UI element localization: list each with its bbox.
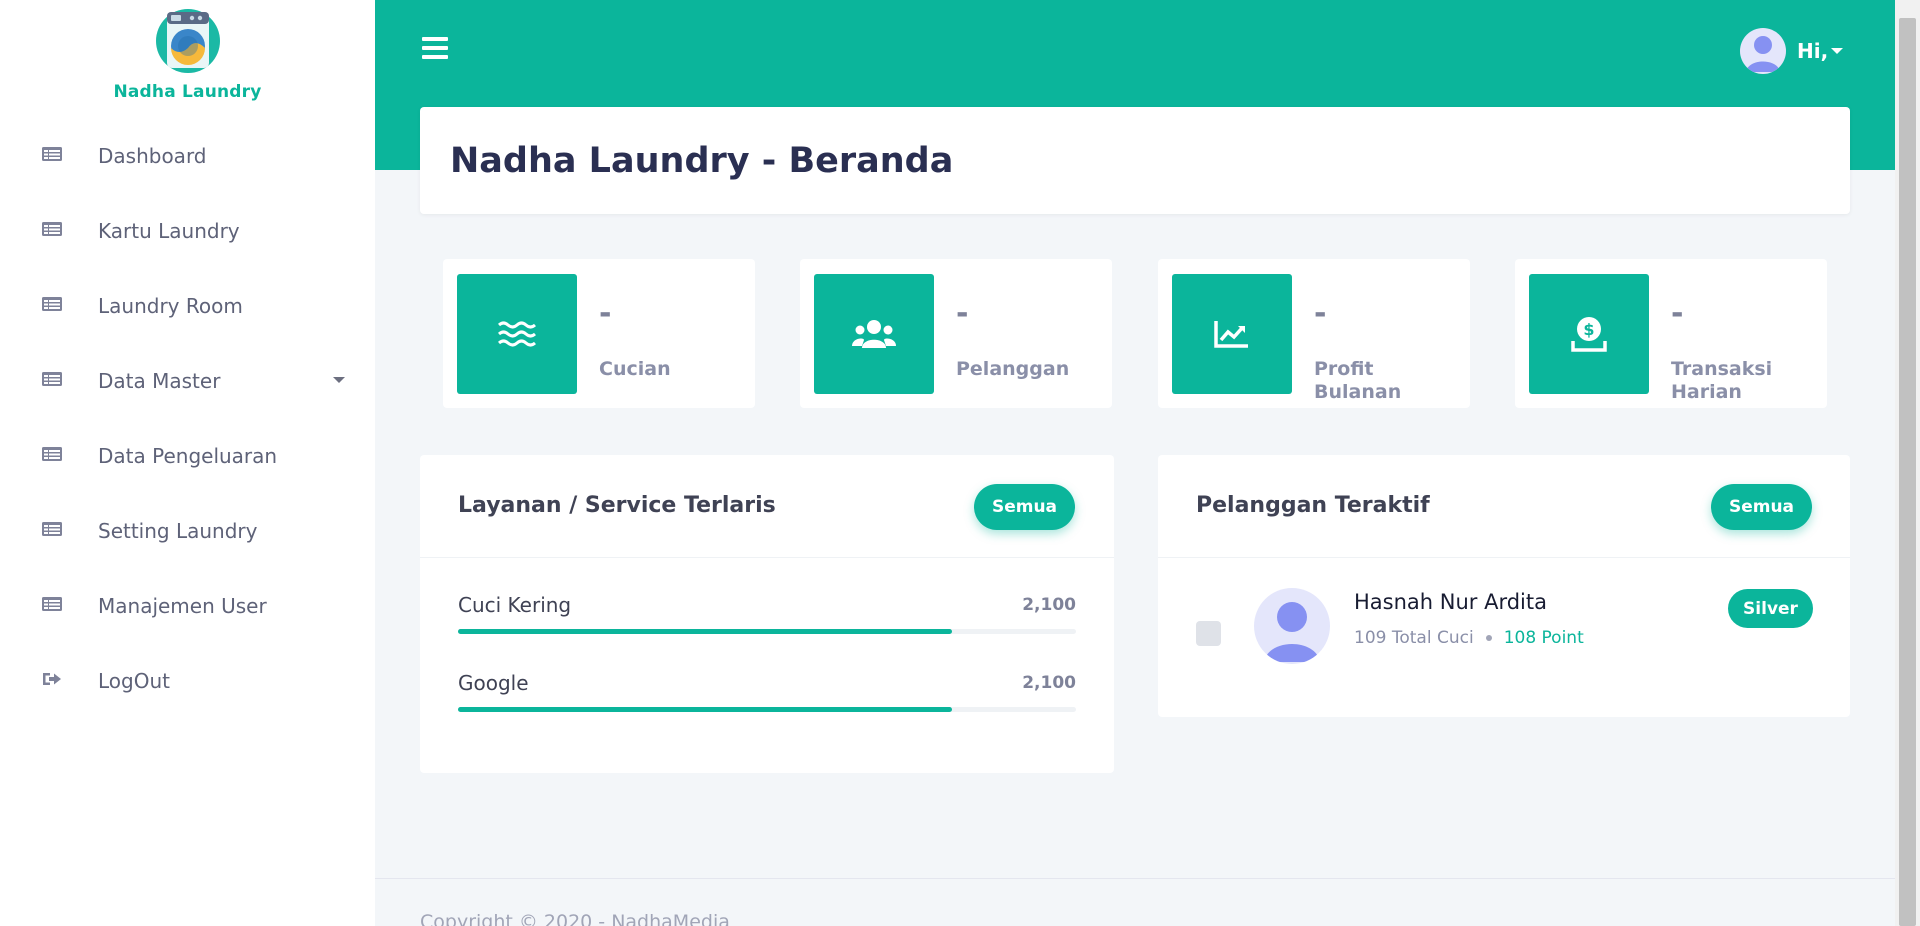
water-waves-icon — [457, 274, 577, 394]
sidebar-item-label: Data Master — [98, 368, 221, 393]
view-all-services-button[interactable]: Semua — [974, 484, 1075, 530]
sidebar-item-laundry-room[interactable]: Laundry Room — [0, 268, 375, 343]
customer-checkbox[interactable] — [1196, 621, 1221, 646]
user-greeting: Hi, — [1797, 39, 1829, 63]
customer-name[interactable]: Hasnah Nur Ardita — [1354, 590, 1547, 614]
washing-machine-logo-icon — [155, 8, 221, 74]
panel-title: Pelanggan Teraktif — [1196, 493, 1430, 518]
customer-meta: 109 Total Cuci 108 Point — [1354, 628, 1584, 648]
brand[interactable]: Nadha Laundry — [0, 8, 375, 102]
users-icon — [814, 274, 934, 394]
progress-bar — [458, 707, 1076, 712]
stat-label: Transaksi Harian — [1671, 358, 1773, 403]
sidebar-item-label: Laundry Room — [98, 293, 243, 318]
table-list-icon — [41, 145, 63, 163]
stat-card-pelanggan: - Pelanggan — [800, 259, 1112, 408]
stat-card-profit-bulanan: - Profit Bulanan — [1158, 259, 1470, 408]
top-customers-panel: Pelanggan Teraktif Semua Hasnah Nur Ardi… — [1158, 455, 1850, 717]
progress-bar-fill — [458, 629, 953, 634]
stat-label: Cucian — [599, 358, 671, 380]
stat-value: - — [956, 296, 969, 331]
chevron-down-icon — [333, 377, 345, 383]
chevron-down-icon — [1831, 48, 1844, 54]
panel-header: Pelanggan Teraktif Semua — [1158, 455, 1850, 558]
panel-header: Layanan / Service Terlaris Semua — [420, 455, 1114, 558]
sidebar-item-label: Kartu Laundry — [98, 218, 240, 243]
bullet-dot-icon — [1485, 635, 1492, 641]
panel-title: Layanan / Service Terlaris — [458, 493, 776, 518]
customer-total: 109 Total Cuci — [1354, 628, 1474, 648]
service-name: Google — [458, 671, 529, 695]
sidebar-item-dashboard[interactable]: Dashboard — [0, 118, 375, 193]
sidebar-item-data-pengeluaran[interactable]: Data Pengeluaran — [0, 418, 375, 493]
sign-out-icon — [41, 670, 63, 688]
sidebar-item-setting-laundry[interactable]: Setting Laundry — [0, 493, 375, 568]
sidebar-item-label: Manajemen User — [98, 593, 267, 618]
sidebar-item-label: Dashboard — [98, 143, 207, 168]
avatar — [1740, 28, 1786, 74]
scrollbar-thumb[interactable] — [1899, 18, 1916, 926]
chart-line-icon — [1172, 274, 1292, 394]
avatar — [1254, 588, 1330, 664]
sidebar-item-logout[interactable]: LogOut — [0, 643, 375, 718]
page-title: Nadha Laundry - Beranda — [450, 141, 954, 181]
page-header: Nadha Laundry - Beranda — [420, 107, 1850, 214]
table-list-icon — [41, 520, 63, 538]
stat-label: Pelanggan — [956, 358, 1070, 380]
top-services-panel: Layanan / Service Terlaris Semua Cuci Ke… — [420, 455, 1114, 773]
sidebar-item-label: LogOut — [98, 668, 170, 693]
stat-card-cucian: - Cucian — [443, 259, 755, 408]
progress-bar — [458, 629, 1076, 634]
sidebar-item-kartu-laundry[interactable]: Kartu Laundry — [0, 193, 375, 268]
sidebar: Nadha Laundry Dashboard Kartu Laundry La… — [0, 0, 375, 926]
menu-toggle-icon[interactable] — [422, 37, 448, 61]
money-bag-icon: $ — [1529, 274, 1649, 394]
sidebar-item-manajemen-user[interactable]: Manajemen User — [0, 568, 375, 643]
scrollbar[interactable] — [1895, 0, 1920, 926]
service-count: 2,100 — [1022, 595, 1076, 615]
stat-value: - — [1671, 296, 1684, 331]
table-list-icon — [41, 370, 63, 388]
sidebar-item-data-master[interactable]: Data Master — [0, 343, 375, 418]
stat-value: - — [1314, 296, 1327, 331]
table-list-icon — [41, 595, 63, 613]
status-badge: Silver — [1728, 589, 1813, 628]
table-list-icon — [41, 295, 63, 313]
footer-copyright: Copyright © 2020 - NadhaMedia — [420, 911, 730, 926]
table-list-icon — [41, 445, 63, 463]
sidebar-item-label: Data Pengeluaran — [98, 443, 278, 468]
stat-card-transaksi-harian: $ - Transaksi Harian — [1515, 259, 1827, 408]
service-count: 2,100 — [1022, 673, 1076, 693]
stat-label: Profit Bulanan — [1314, 358, 1402, 403]
customer-point: 108 Point — [1503, 628, 1584, 648]
user-menu[interactable]: Hi, — [1740, 28, 1844, 74]
stat-value: - — [599, 296, 612, 331]
sidebar-item-label: Setting Laundry — [98, 518, 258, 543]
view-all-customers-button[interactable]: Semua — [1711, 484, 1812, 530]
table-list-icon — [41, 220, 63, 238]
svg-text:$: $ — [1583, 320, 1594, 339]
service-name: Cuci Kering — [458, 593, 572, 617]
progress-bar-fill — [458, 707, 953, 712]
footer-divider — [375, 878, 1895, 879]
sidebar-nav: Dashboard Kartu Laundry Laundry Room Dat… — [0, 118, 375, 718]
brand-name: Nadha Laundry — [113, 82, 262, 102]
